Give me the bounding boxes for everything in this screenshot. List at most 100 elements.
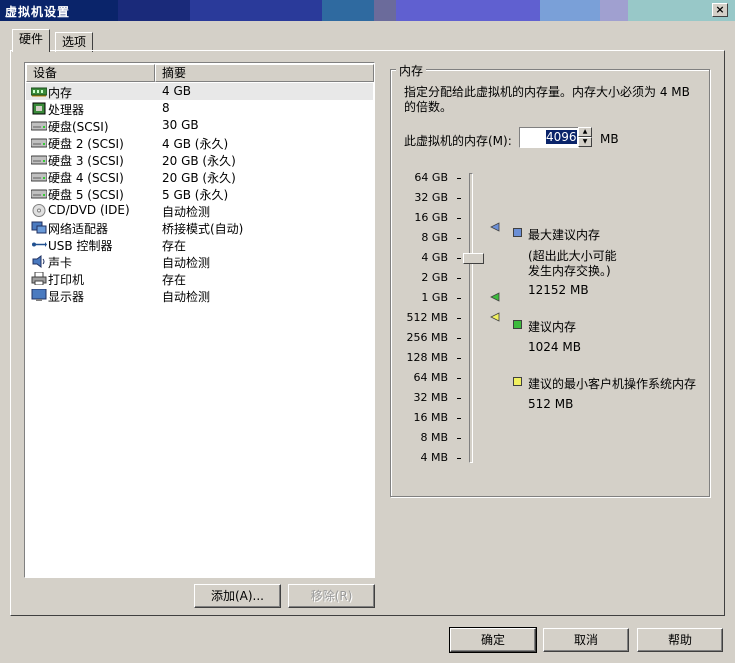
device-row[interactable]: 硬盘 3 (SCSI) 20 GB (永久)	[26, 151, 373, 168]
device-name: 处理器	[48, 103, 85, 117]
device-name: 声卡	[48, 256, 73, 270]
cd-dvd-icon	[32, 204, 46, 217]
device-row[interactable]: 硬盘 4 (SCSI) 20 GB (永久)	[26, 168, 373, 185]
max-recommended-marker-icon	[490, 222, 500, 232]
network-adapter-icon	[31, 221, 47, 234]
usb-icon	[32, 242, 47, 247]
device-name: 网络适配器	[48, 222, 109, 236]
recommended-value: 1024 MB	[528, 340, 581, 354]
arrow-up-icon: ▲	[582, 128, 588, 135]
titlebar-band	[396, 0, 540, 21]
column-header-device[interactable]: 设备	[26, 64, 155, 82]
recommended-legend-icon	[513, 320, 522, 329]
max-recommended-note-line2: 发生内存交换。)	[528, 264, 611, 278]
cancel-button[interactable]: 取消	[543, 628, 629, 652]
slider-tick-label: 16 MB	[413, 411, 448, 424]
max-recommended-legend-icon	[513, 228, 522, 237]
slider-tick-label: 256 MB	[406, 331, 448, 344]
slider-tick-mark	[457, 438, 461, 439]
titlebar-band	[322, 0, 374, 21]
device-row[interactable]: 显示器 自动检测	[26, 287, 373, 304]
device-row[interactable]: 硬盘(SCSI) 30 GB	[26, 117, 373, 134]
min-guest-title: 建议的最小客户机操作系统内存	[528, 377, 697, 391]
memory-slider-track[interactable]	[469, 173, 473, 463]
ok-button[interactable]: 确定	[449, 627, 537, 653]
device-name: CD/DVD (IDE)	[48, 203, 130, 217]
display-icon	[31, 289, 47, 301]
help-button[interactable]: 帮助	[637, 628, 723, 652]
device-row[interactable]: 硬盘 5 (SCSI) 5 GB (永久)	[26, 185, 373, 202]
device-row[interactable]: 声卡 自动检测	[26, 253, 373, 270]
slider-tick-mark	[457, 258, 461, 259]
device-row[interactable]: 硬盘 2 (SCSI) 4 GB (永久)	[26, 134, 373, 151]
column-header-summary[interactable]: 摘要	[155, 64, 374, 82]
titlebar-band	[190, 0, 322, 21]
device-row[interactable]: 处理器 8	[26, 100, 373, 117]
slider-tick-label: 1 GB	[421, 291, 448, 304]
tab-options[interactable]: 选项	[55, 32, 94, 52]
memory-size-value: 4096	[546, 130, 577, 144]
titlebar-band	[540, 0, 600, 21]
slider-tick-label: 64 GB	[414, 171, 448, 184]
device-list[interactable]: 设备 摘要 内存 4 GB 处理器 8 硬盘(SCSI) 30 GB 硬盘 2 (SCSI)…	[24, 62, 375, 578]
slider-tick-label: 8 GB	[421, 231, 448, 244]
device-summary: 8	[162, 101, 170, 115]
slider-tick-mark	[457, 358, 461, 359]
device-row[interactable]: 内存 4 GB	[26, 83, 373, 100]
device-summary: 自动检测	[162, 256, 211, 270]
device-row[interactable]: CD/DVD (IDE) 自动检测	[26, 202, 373, 219]
slider-tick-mark	[457, 398, 461, 399]
device-summary: 存在	[162, 273, 187, 287]
memory-field-label: 此虚拟机的内存(M):	[404, 134, 512, 148]
slider-tick-label: 32 GB	[414, 191, 448, 204]
device-row[interactable]: USB 控制器 存在	[26, 236, 373, 253]
titlebar-band	[118, 0, 190, 21]
device-summary: 20 GB (永久)	[162, 154, 236, 168]
slider-tick-label: 32 MB	[413, 391, 448, 404]
slider-tick-mark	[457, 318, 461, 319]
recommended-title: 建议内存	[528, 320, 577, 334]
titlebar-band	[374, 0, 396, 21]
remove-device-button[interactable]: 移除(R)	[288, 584, 375, 608]
slider-tick-mark	[457, 418, 461, 419]
memory-slider-thumb[interactable]	[463, 253, 484, 264]
slider-tick-label: 2 GB	[421, 271, 448, 284]
sound-card-icon	[32, 255, 45, 268]
device-name: 硬盘 4 (SCSI)	[48, 171, 124, 185]
slider-tick-label: 128 MB	[406, 351, 448, 364]
hard-disk-icon	[31, 172, 47, 182]
slider-tick-mark	[457, 278, 461, 279]
slider-tick-label: 8 MB	[420, 431, 448, 444]
slider-tick-mark	[457, 198, 461, 199]
hard-disk-icon	[31, 189, 47, 199]
device-name: 打印机	[48, 273, 85, 287]
title-bar: 虚拟机设置 ×	[0, 0, 735, 21]
spin-up-button[interactable]: ▲	[578, 127, 592, 137]
memory-size-input[interactable]: 4096	[519, 127, 579, 148]
device-name: 内存	[48, 86, 73, 100]
min-guest-value: 512 MB	[528, 397, 574, 411]
device-summary: 桥接模式(自动)	[162, 222, 244, 236]
memory-unit-label: MB	[600, 132, 619, 146]
max-recommended-value: 12152 MB	[528, 283, 589, 297]
hard-disk-icon	[31, 121, 47, 131]
device-summary: 自动检测	[162, 290, 211, 304]
spin-down-button[interactable]: ▼	[578, 137, 592, 147]
hard-disk-icon	[31, 155, 47, 165]
slider-tick-mark	[457, 338, 461, 339]
close-button[interactable]: ×	[712, 3, 728, 17]
slider-tick-mark	[457, 178, 461, 179]
window-title: 虚拟机设置	[5, 5, 71, 19]
slider-tick-label: 16 GB	[414, 211, 448, 224]
arrow-down-icon: ▼	[582, 138, 588, 145]
device-row[interactable]: 网络适配器 桥接模式(自动)	[26, 219, 373, 236]
slider-tick-label: 64 MB	[413, 371, 448, 384]
device-row[interactable]: 打印机 存在	[26, 270, 373, 287]
device-summary: 5 GB (永久)	[162, 188, 229, 202]
memory-description-line2: 的倍数。	[404, 100, 453, 114]
add-device-button[interactable]: 添加(A)...	[194, 584, 281, 608]
max-recommended-title: 最大建议内存	[528, 228, 601, 242]
slider-tick-label: 512 MB	[406, 311, 448, 324]
tab-hardware[interactable]: 硬件	[12, 29, 51, 52]
close-icon: ×	[715, 3, 725, 16]
